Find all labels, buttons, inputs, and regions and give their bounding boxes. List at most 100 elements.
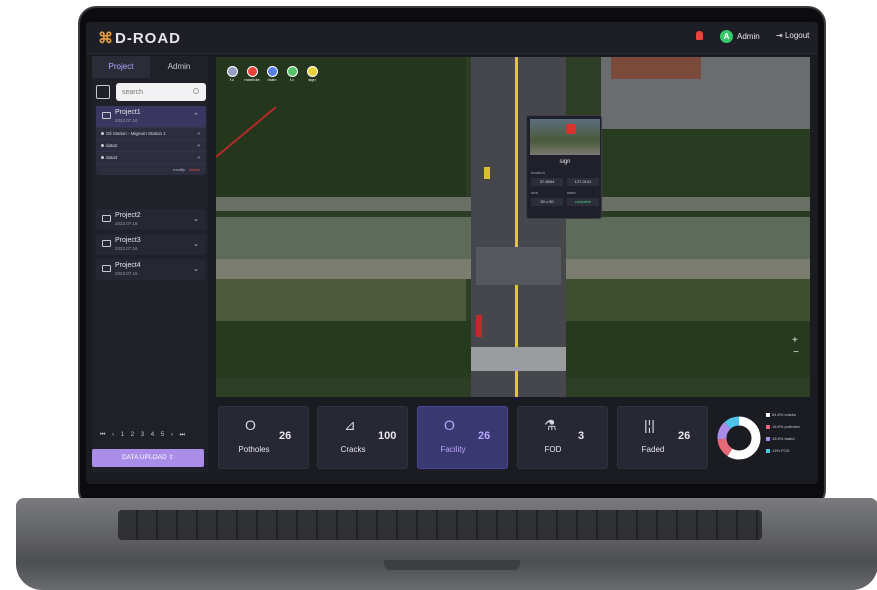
longitude-value: 127.0101	[567, 178, 599, 186]
tab-admin[interactable]: Admin	[150, 56, 208, 78]
app-logo[interactable]: ⌘D-ROAD	[98, 29, 181, 47]
project-name: Project3	[115, 237, 141, 244]
dot-icon	[101, 156, 104, 159]
tool-label: f.c	[289, 77, 295, 82]
size-label: size	[531, 190, 539, 195]
app-screen: ⌘D-ROAD A Admin ⇥ Logout Project Admin P…	[86, 22, 818, 484]
page-2[interactable]: 2	[131, 432, 135, 438]
cracks-icon: ⊿	[344, 417, 356, 433]
legend-swatch	[766, 412, 770, 417]
app-title: D-ROAD	[115, 30, 181, 47]
stat-card-faded[interactable]: |¦| 26 Faded	[617, 406, 708, 469]
page-4[interactable]: 4	[151, 432, 155, 438]
tab-project[interactable]: Project	[92, 56, 150, 78]
project-card[interactable]: Project4 2023.07.16 ⌄	[96, 259, 206, 280]
top-bar: ⌘D-ROAD A Admin ⇥ Logout	[86, 22, 818, 54]
legend-swatch	[766, 436, 770, 441]
legend-swatch	[766, 448, 770, 453]
bell-icon[interactable]	[696, 31, 703, 40]
popup-title: sign	[559, 159, 571, 165]
first-page-icon[interactable]: ⏮	[100, 432, 106, 438]
fc-icon	[286, 66, 298, 77]
satellite-map[interactable]: f.c manhole drain f.c sign sign location…	[216, 57, 810, 397]
data-item[interactable]: data3 ×	[96, 151, 206, 163]
faded-icon: |¦|	[644, 417, 655, 433]
stat-label: Potholes	[238, 445, 270, 454]
data-item[interactable]: Oil Station - Migeum Station 1 ×	[96, 127, 206, 139]
stat-card-potholes[interactable]: O 26 Potholes	[218, 406, 309, 469]
satellite-imagery	[216, 57, 810, 397]
drain-icon	[266, 66, 278, 77]
stat-card-facility[interactable]: O 26 Facility	[417, 406, 508, 469]
tool-fc[interactable]: f.c	[224, 66, 240, 82]
sidebar: Project Admin Project1 2023.07.16 ⌃ Oil …	[92, 56, 208, 472]
page-1[interactable]: 1	[121, 432, 125, 438]
chevron-down-icon[interactable]: ⌄	[193, 265, 199, 273]
stat-card-fod[interactable]: ⚗ 3 FOD	[517, 406, 608, 469]
close-icon[interactable]: ×	[197, 152, 200, 164]
stat-label: FOD	[544, 445, 562, 454]
legend-label: 15.6% faded	[772, 436, 795, 441]
zoom-in-button[interactable]: +	[792, 335, 798, 346]
tool-label: drain	[267, 77, 277, 82]
tool-sign[interactable]: sign	[304, 66, 320, 82]
project-card[interactable]: Project3 2023.07.16 ⌄	[96, 234, 206, 255]
data-item[interactable]: data2 ×	[96, 139, 206, 151]
prev-page-icon[interactable]: ‹	[112, 432, 115, 438]
folder-icon[interactable]	[96, 85, 110, 99]
project-name: Project2	[115, 212, 141, 219]
map-toolbar: f.c manhole drain f.c sign	[224, 66, 320, 82]
next-page-icon[interactable]: ›	[171, 432, 174, 438]
legend-item: 64.6% cracks	[766, 412, 814, 417]
stat-value: 26	[678, 430, 691, 442]
keyboard	[118, 510, 762, 540]
chevron-down-icon[interactable]: ⌄	[193, 240, 199, 248]
page-3[interactable]: 3	[141, 432, 145, 438]
logout-button[interactable]: ⇥ Logout	[776, 31, 809, 40]
avatar[interactable]: A	[720, 30, 733, 43]
page-5[interactable]: 5	[161, 432, 165, 438]
dot-icon	[101, 132, 104, 135]
data-item-label: data3	[106, 155, 118, 160]
chevron-down-icon[interactable]: ⌄	[193, 215, 199, 223]
stat-label: Facility	[440, 445, 466, 454]
tool-fc-2[interactable]: f.c	[284, 66, 300, 82]
legend-item: 13% FOD	[766, 448, 814, 453]
tool-drain[interactable]: drain	[264, 66, 280, 82]
delete-button[interactable]: delete	[189, 167, 200, 172]
project-date: 2023.07.16	[115, 221, 138, 226]
project-date: 2023.07.16	[115, 246, 138, 251]
last-page-icon[interactable]: ⏭	[180, 432, 186, 438]
data-item-label: Oil Station - Migeum Station 1	[106, 131, 166, 136]
tool-label: f.c	[229, 77, 235, 82]
stat-card-cracks[interactable]: ⊿ 100 Cracks	[317, 406, 408, 469]
sign-photo	[530, 119, 600, 155]
modify-button[interactable]: modify	[173, 167, 185, 172]
legend-label: 64.6% cracks	[772, 412, 797, 417]
stop-sign-icon	[566, 124, 576, 134]
project-name: Project4	[115, 262, 141, 269]
tool-manhole[interactable]: manhole	[244, 66, 260, 82]
data-upload-button[interactable]: DATA UPLOAD ⇪	[92, 449, 204, 467]
logout-icon: ⇥	[776, 31, 785, 40]
folder-icon	[102, 240, 111, 247]
trackpad-edge	[384, 560, 520, 570]
project-header[interactable]: Project1 2023.07.16 ⌃	[96, 106, 206, 127]
size-value: 50 x 50	[531, 198, 563, 206]
latitude-value: 37.5664	[531, 178, 563, 186]
project-header[interactable]: Project4 2023.07.16 ⌄	[96, 259, 206, 280]
project-name: Project1	[115, 109, 141, 116]
facility-icon: O	[444, 417, 455, 433]
project-header[interactable]: Project3 2023.07.16 ⌄	[96, 234, 206, 255]
search-icon[interactable]	[193, 88, 199, 94]
user-name[interactable]: Admin	[737, 32, 760, 41]
project-card[interactable]: Project2 2023.07.16 ⌄	[96, 209, 206, 230]
chevron-up-icon[interactable]: ⌃	[193, 112, 199, 120]
state-value: complete	[567, 198, 599, 206]
zoom-out-button[interactable]: −	[793, 347, 799, 358]
sign-popup[interactable]: sign location 37.5664 127.0101 size stat…	[526, 115, 602, 219]
state-label: state	[567, 190, 576, 195]
location-label: location	[531, 170, 545, 175]
stat-value: 3	[578, 430, 585, 442]
project-header[interactable]: Project2 2023.07.16 ⌄	[96, 209, 206, 230]
